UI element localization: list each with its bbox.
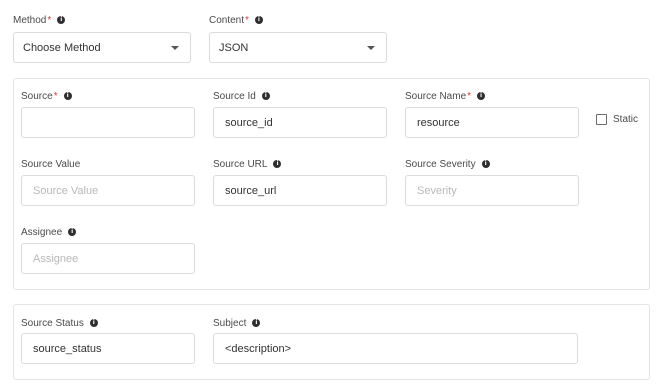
source-url-input[interactable]: source_url (213, 175, 387, 206)
source-name-info-icon[interactable]: i (477, 92, 486, 100)
source-url-input-value: source_url (225, 184, 277, 197)
method-select-value: Choose Method (23, 41, 101, 54)
source-severity-placeholder: Severity (417, 184, 457, 197)
source-id-input[interactable]: source_id (213, 107, 387, 138)
content-select[interactable]: JSON (209, 32, 387, 63)
subject-label-text: Subject (213, 317, 247, 329)
chevron-down-icon (171, 46, 179, 50)
method-info-icon[interactable]: i (57, 16, 66, 24)
subject-label: Subject i (213, 317, 261, 329)
source-severity-info-icon[interactable]: i (481, 160, 490, 168)
source-name-input-value: resource (417, 116, 460, 129)
source-url-label: Source URL i (213, 158, 282, 170)
source-severity-label: Source Severity i (405, 158, 490, 170)
content-label: Content * i (209, 14, 263, 26)
static-label-text: Static (613, 113, 639, 125)
method-select[interactable]: Choose Method (13, 32, 191, 63)
source-value-label-text: Source Value (21, 158, 81, 170)
method-label-text: Method (13, 14, 47, 26)
source-status-input-value: source_status (33, 342, 102, 355)
assignee-input[interactable]: Assignee (21, 243, 195, 274)
source-value-placeholder: Source Value (33, 184, 99, 197)
subject-info-icon[interactable]: i (252, 319, 261, 327)
assignee-info-icon[interactable]: i (68, 228, 77, 236)
source-status-input[interactable]: source_status (21, 333, 195, 364)
source-severity-input[interactable]: Severity (405, 175, 579, 206)
source-required-mark: * (53, 90, 58, 102)
source-label-text: Source (21, 90, 53, 102)
source-id-label: Source Id i (213, 90, 270, 102)
subject-input-value: <description> (225, 342, 292, 355)
source-name-label: Source Name * i (405, 90, 486, 102)
source-severity-label-text: Source Severity (405, 158, 476, 170)
source-status-info-icon[interactable]: i (89, 319, 98, 327)
assignee-label: Assignee i (21, 226, 77, 238)
method-required-mark: * (47, 14, 52, 26)
source-status-label: Source Status i (21, 317, 98, 329)
assignee-placeholder: Assignee (33, 252, 79, 265)
subject-input[interactable]: <description> (213, 333, 578, 364)
content-select-value: JSON (219, 41, 249, 54)
source-value-input[interactable]: Source Value (21, 175, 195, 206)
content-info-icon[interactable]: i (254, 16, 263, 24)
source-label: Source * i (21, 90, 72, 102)
source-info-icon[interactable]: i (63, 92, 72, 100)
source-input[interactable] (21, 107, 195, 138)
content-label-text: Content (209, 14, 245, 26)
chevron-down-icon (367, 46, 375, 50)
content-required-mark: * (245, 14, 249, 26)
source-id-input-value: source_id (225, 116, 273, 129)
assignee-label-text: Assignee (21, 226, 63, 238)
source-status-label-text: Source Status (21, 317, 84, 329)
static-label: Static (613, 113, 638, 125)
source-id-info-icon[interactable]: i (261, 92, 270, 100)
source-name-required-mark: * (467, 90, 472, 102)
source-url-label-text: Source URL (213, 158, 268, 170)
source-url-info-icon[interactable]: i (273, 160, 282, 168)
static-checkbox[interactable] (596, 114, 607, 125)
source-name-input[interactable]: resource (405, 107, 579, 138)
method-label: Method * i (13, 14, 66, 26)
source-id-label-text: Source Id (213, 90, 256, 102)
source-value-label: Source Value (21, 158, 80, 170)
source-name-label-text: Source Name (405, 90, 467, 102)
